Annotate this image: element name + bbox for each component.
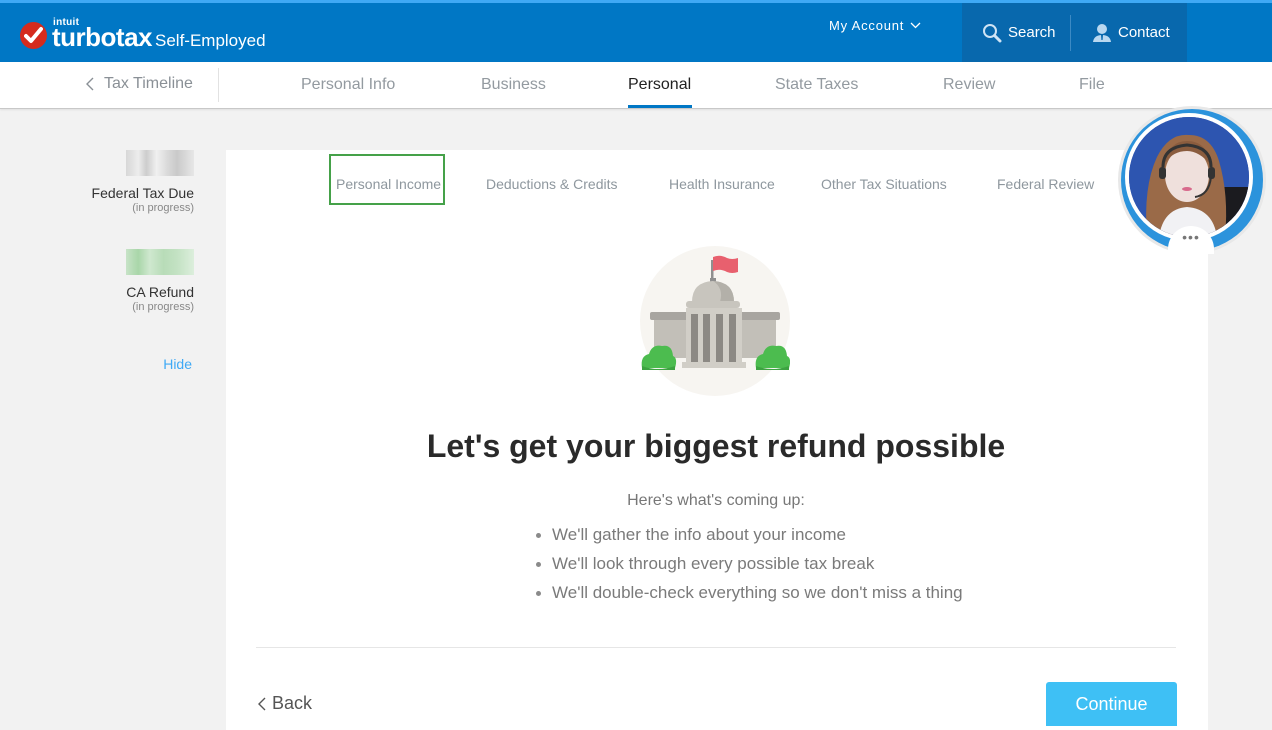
header-tools: Search Contact bbox=[962, 3, 1187, 62]
page-headline: Let's get your biggest refund possible bbox=[426, 428, 1006, 464]
coming-up-list: We'll gather the info about your income … bbox=[536, 520, 963, 607]
federal-label: Federal Tax Due bbox=[91, 185, 194, 201]
tax-timeline-link[interactable]: Tax Timeline bbox=[86, 75, 193, 93]
checkmark-logo-icon bbox=[20, 22, 47, 49]
nav-divider bbox=[218, 68, 219, 102]
video-chat-bubble[interactable]: ••• bbox=[1118, 106, 1266, 254]
hide-summary-link[interactable]: Hide bbox=[60, 356, 194, 372]
search-label: Search bbox=[1008, 24, 1056, 41]
government-building-icon bbox=[640, 246, 791, 396]
state-summary: CA Refund (in progress) bbox=[60, 249, 194, 314]
step-state-taxes[interactable]: State Taxes bbox=[775, 76, 858, 94]
product-name: Self-Employed bbox=[155, 31, 266, 50]
step-business[interactable]: Business bbox=[481, 76, 546, 94]
step-personal-info[interactable]: Personal Info bbox=[301, 76, 395, 94]
subtab-highlight-box bbox=[329, 154, 445, 205]
step-review[interactable]: Review bbox=[943, 76, 995, 94]
chevron-left-icon bbox=[86, 77, 94, 91]
list-item: We'll look through every possible tax br… bbox=[536, 549, 963, 578]
state-label: CA Refund bbox=[126, 284, 194, 300]
list-item: We'll gather the info about your income bbox=[536, 520, 963, 549]
section-subnav: Personal Income Deductions & Credits Hea… bbox=[226, 150, 1208, 210]
subtab-health-insurance[interactable]: Health Insurance bbox=[669, 176, 775, 192]
subtab-federal-review[interactable]: Federal Review bbox=[997, 176, 1094, 192]
federal-status: (in progress) bbox=[132, 202, 194, 214]
main-card: Personal Income Deductions & Credits Hea… bbox=[226, 150, 1208, 730]
subtab-other-tax-situations[interactable]: Other Tax Situations bbox=[821, 176, 947, 192]
back-button[interactable]: Back bbox=[258, 693, 312, 714]
tax-timeline-label: Tax Timeline bbox=[104, 75, 193, 92]
agent-video-feed bbox=[1129, 117, 1249, 237]
top-header: intuit turbotax Self-Employed My Account… bbox=[0, 0, 1272, 62]
step-navigation: Tax Timeline Personal Info Business Pers… bbox=[0, 62, 1272, 109]
contact-button[interactable]: Contact bbox=[1071, 3, 1170, 62]
coming-up-intro: Here's what's coming up: bbox=[627, 492, 805, 509]
federal-amount-redacted bbox=[126, 150, 194, 176]
chevron-down-icon bbox=[910, 22, 921, 29]
turbotax-wordmark: turbotax bbox=[52, 22, 153, 52]
contact-label: Contact bbox=[1118, 24, 1170, 41]
step-file[interactable]: File bbox=[1079, 76, 1105, 94]
federal-summary: Federal Tax Due (in progress) bbox=[60, 150, 194, 215]
refund-summary: Federal Tax Due (in progress) CA Refund … bbox=[60, 150, 194, 372]
my-account-menu[interactable]: My Account bbox=[829, 18, 921, 33]
state-amount-redacted bbox=[126, 249, 194, 275]
state-status: (in progress) bbox=[132, 301, 194, 313]
back-label: Back bbox=[272, 693, 313, 713]
continue-button[interactable]: Continue bbox=[1046, 682, 1177, 726]
search-icon bbox=[983, 23, 1002, 42]
active-step-indicator bbox=[628, 105, 692, 108]
list-item: We'll double-check everything so we don'… bbox=[536, 578, 963, 607]
chevron-left-icon bbox=[258, 697, 266, 710]
video-frame bbox=[1125, 113, 1253, 241]
card-divider bbox=[256, 647, 1176, 648]
step-personal[interactable]: Personal bbox=[628, 76, 691, 94]
contact-person-icon bbox=[1093, 23, 1111, 42]
my-account-label: My Account bbox=[829, 18, 905, 33]
search-button[interactable]: Search bbox=[962, 3, 1070, 62]
subtab-deductions-credits[interactable]: Deductions & Credits bbox=[486, 176, 618, 192]
